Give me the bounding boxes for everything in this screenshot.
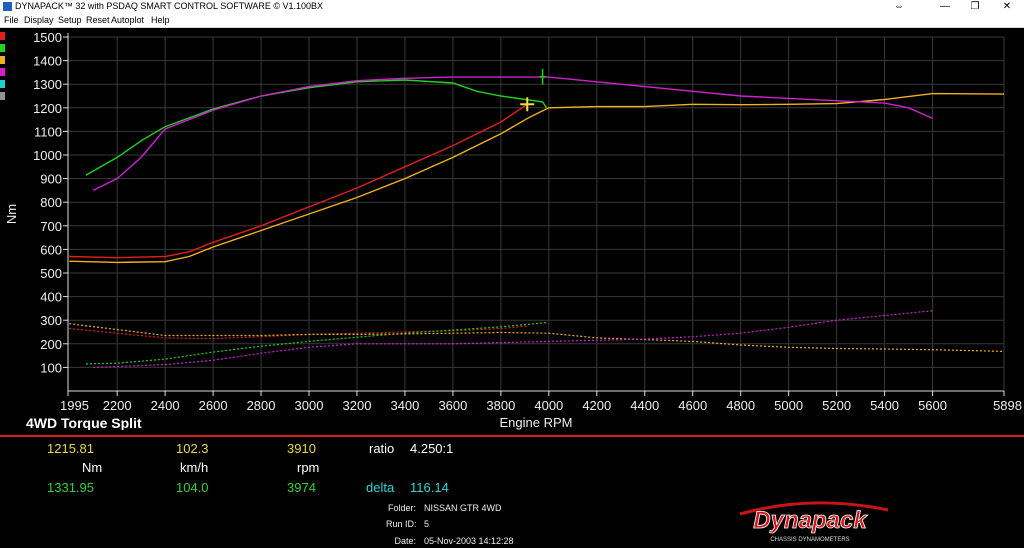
- folder-value: NISSAN GTR 4WD: [424, 503, 502, 513]
- dyno-chart: 100 200 300 400 500 600 700 800 900 1000 1100 1200 1…: [0, 28, 1024, 431]
- chart-canvas[interactable]: 100 200 300 400 500 600 700 800 900 1000 1100 1200 1…: [0, 28, 1024, 431]
- x-tick-label: 2200: [103, 398, 132, 413]
- x-tick-label: 2600: [199, 398, 228, 413]
- readout-rpm-1: 3910: [287, 441, 316, 456]
- close-button[interactable]: ✕: [992, 0, 1022, 14]
- menu-help[interactable]: Help: [151, 15, 170, 25]
- y-tick-label: 800: [40, 195, 62, 210]
- logo-brand: Dynapack: [753, 507, 868, 534]
- unit-speed: km/h: [180, 460, 209, 475]
- x-tick-label: 3000: [295, 398, 324, 413]
- y-tick-label: 1300: [33, 77, 62, 92]
- unit-rpm: rpm: [297, 460, 320, 475]
- legend-swatch: [0, 80, 5, 88]
- y-tick-label: 400: [40, 290, 62, 305]
- x-tick-label: 1995: [60, 398, 89, 413]
- ratio-value: 4.250:1: [410, 441, 454, 456]
- runid-value: 5: [424, 519, 430, 529]
- x-tick-label: 3400: [390, 398, 419, 413]
- series-line-2: [85, 79, 547, 176]
- menu-file[interactable]: File: [4, 15, 19, 25]
- menu-bar: File Display Setup Reset Autoplot Help: [0, 14, 1024, 28]
- window-title: DYNAPACK™ 32 with PSDAQ SMART CONTROL SO…: [15, 1, 324, 11]
- chart-title: 4WD Torque Split: [26, 415, 142, 430]
- date-value: 05-Nov-2003 14:12:28: [424, 536, 514, 546]
- x-tick-label: 5400: [870, 398, 899, 413]
- y-tick-label: 500: [40, 266, 62, 281]
- x-tick-label: 3600: [438, 398, 467, 413]
- folder-label: Folder:: [387, 503, 416, 513]
- y-tick-label: 1200: [33, 101, 62, 116]
- menu-setup[interactable]: Setup: [58, 15, 82, 25]
- logo-tagline: CHASSIS DYNAMOMETERS: [770, 537, 849, 543]
- x-tick-label: 4800: [726, 398, 755, 413]
- menu-display[interactable]: Display: [24, 15, 54, 25]
- dynapack-logo: Dynapack CHASSIS DYNAMOMETERS: [739, 501, 889, 543]
- x-tick-label: 5600: [918, 398, 947, 413]
- series-line-8: [93, 310, 933, 368]
- y-tick-label: 200: [40, 337, 62, 352]
- readout-torque-1: 1215.81: [47, 441, 94, 456]
- x-tick-label: 3800: [486, 398, 515, 413]
- x-tick-label: 3200: [343, 398, 372, 413]
- y-tick-label: 600: [40, 242, 62, 257]
- x-tick-label: 4400: [630, 398, 659, 413]
- y-axis-label: Nm: [4, 204, 19, 224]
- y-tick-label: 700: [40, 219, 62, 234]
- legend-swatch: [0, 92, 5, 100]
- maximize-button[interactable]: ❐: [960, 0, 990, 14]
- x-axis-label: Engine RPM: [500, 415, 573, 430]
- series-line-1: [69, 103, 528, 259]
- y-tick-label: 1400: [33, 54, 62, 69]
- readout-speed-2: 104.0: [176, 480, 209, 495]
- unit-torque: Nm: [82, 460, 103, 475]
- series-line-7: [69, 323, 1005, 352]
- menu-reset[interactable]: Reset: [86, 15, 110, 25]
- delta-value: 116.14: [410, 480, 449, 495]
- series-line-3: [69, 92, 1005, 264]
- date-label: Date:: [394, 536, 416, 546]
- x-tick-label: 5000: [774, 398, 803, 413]
- x-tick-label: 2400: [151, 398, 180, 413]
- x-tick-label: 5200: [822, 398, 851, 413]
- minimize-button[interactable]: —: [930, 0, 960, 14]
- delta-label: delta: [366, 480, 395, 495]
- x-tick-label: 4000: [534, 398, 563, 413]
- y-tick-label: 300: [40, 313, 62, 328]
- readout-speed-1: 102.3: [176, 441, 209, 456]
- readout-rpm-2: 3974: [287, 480, 316, 495]
- restore-size-icon[interactable]: ⇔: [884, 0, 914, 14]
- legend-swatch: [0, 32, 5, 40]
- y-tick-label: 1000: [33, 148, 62, 163]
- legend-swatch: [0, 68, 5, 76]
- y-tick-label: 1500: [33, 30, 62, 45]
- app-icon: [3, 2, 12, 11]
- menu-autoplot[interactable]: Autoplot: [111, 15, 144, 25]
- y-tick-label: 1100: [34, 124, 62, 139]
- window-titlebar: DYNAPACK™ 32 with PSDAQ SMART CONTROL SO…: [0, 0, 1024, 14]
- x-tick-label: 2800: [247, 398, 276, 413]
- x-tick-label: 5898: [993, 398, 1022, 413]
- x-tick-label: 4600: [678, 398, 707, 413]
- y-tick-label: 100: [40, 360, 62, 375]
- y-tick-label: 900: [40, 172, 62, 187]
- legend-swatch: [0, 56, 5, 64]
- runid-label: Run ID:: [386, 519, 417, 529]
- legend-swatch: [0, 44, 5, 52]
- series-line-4: [92, 76, 933, 192]
- ratio-label: ratio: [369, 441, 395, 456]
- readout-torque-2: 1331.95: [47, 480, 94, 495]
- separator-line: [0, 435, 1024, 437]
- x-tick-label: 4200: [582, 398, 611, 413]
